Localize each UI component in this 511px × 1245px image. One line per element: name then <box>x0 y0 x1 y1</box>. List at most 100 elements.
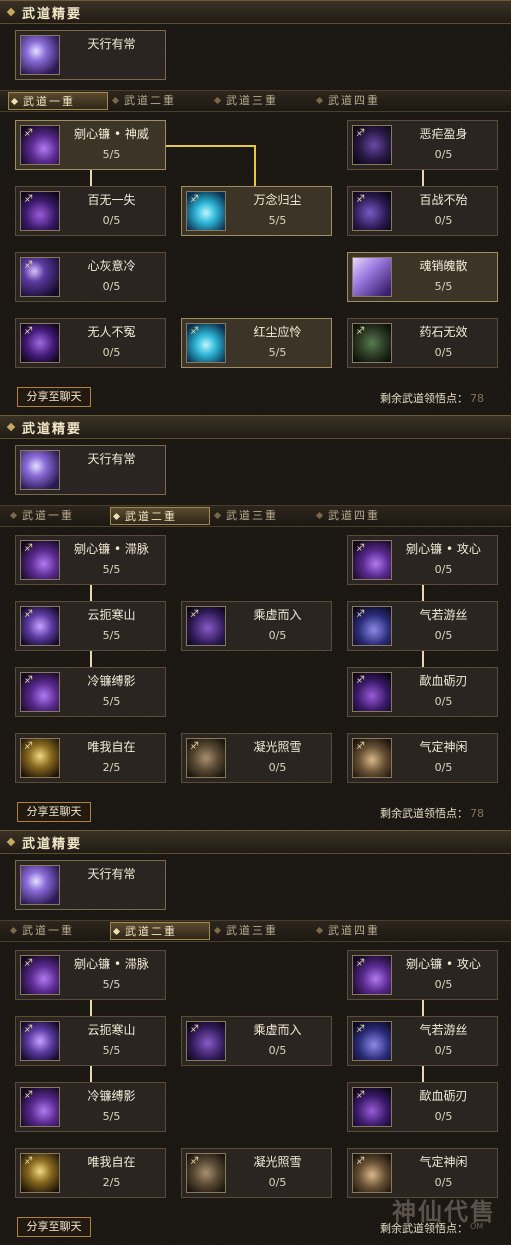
connector-line <box>422 585 424 601</box>
green-shade-icon: ♐ <box>352 323 392 363</box>
skill-level: 0/5 <box>102 214 121 227</box>
skill-card[interactable]: ♐ 恶疟盈身 0/5 <box>347 120 498 170</box>
tab-tier-4[interactable]: 武道四重 <box>314 92 414 110</box>
skill-card[interactable]: ♐ 凝光照雪 0/5 <box>181 733 332 783</box>
connector-line <box>422 170 424 186</box>
tab-label: 武道四重 <box>328 94 380 107</box>
skill-card[interactable]: ♐ 气若游丝 0/5 <box>347 601 498 651</box>
purple-scythe-icon: ♐ <box>20 1087 60 1127</box>
skill-card[interactable]: ♐ 乘虚而入 0/5 <box>181 601 332 651</box>
skill-card[interactable]: ♐ 万念归尘 5/5 <box>181 186 332 236</box>
share-to-chat-button[interactable]: 分享至聊天 <box>17 1217 91 1237</box>
tab-tier-4[interactable]: 武道四重 <box>314 922 414 940</box>
skill-card[interactable]: ♐ 云扼寒山 5/5 <box>15 1016 166 1066</box>
rune-glyph-icon: ♐ <box>190 194 199 205</box>
skill-card[interactable]: ♐ 药石无效 0/5 <box>347 318 498 368</box>
skill-card[interactable]: ♐ 气定神闲 0/5 <box>347 1148 498 1198</box>
skill-level: 5/5 <box>102 629 121 642</box>
purple-scythe-icon: ♐ <box>20 125 60 165</box>
tab-label: 武道三重 <box>226 924 278 937</box>
skill-level: 0/5 <box>434 1176 453 1189</box>
rune-glyph-icon: ♐ <box>24 260 33 271</box>
share-to-chat-button[interactable]: 分享至聊天 <box>17 802 91 822</box>
skill-card[interactable]: ♐ 心灰意冷 0/5 <box>15 252 166 302</box>
remaining-label: 剩余武道领悟点： <box>380 392 468 405</box>
purple-shadow-icon: ♐ <box>186 1021 226 1061</box>
skill-card[interactable]: 魂销魄散 5/5 <box>347 252 498 302</box>
essence-card[interactable]: 天行有常 <box>15 445 166 495</box>
tab-tier-2[interactable]: 武道二重 <box>110 922 210 940</box>
connector-line <box>422 1000 424 1016</box>
skill-card[interactable]: ♐ 剜心镰 • 滞脉 5/5 <box>15 950 166 1000</box>
tab-diamond-icon <box>213 511 222 520</box>
watermark-sub: OM <box>470 1222 484 1231</box>
skill-card[interactable]: ♐ 乘虚而入 0/5 <box>181 1016 332 1066</box>
skill-level: 0/5 <box>434 761 453 774</box>
tab-tier-2[interactable]: 武道二重 <box>110 507 210 525</box>
skill-card[interactable]: ♐ 无人不冤 0/5 <box>15 318 166 368</box>
rune-glyph-icon: ♐ <box>356 194 365 205</box>
skill-card[interactable]: ♐ 剜心镰 • 攻心 0/5 <box>347 950 498 1000</box>
tab-label: 武道一重 <box>23 95 75 108</box>
tier-tabs: 武道一重 武道二重 武道三重 武道四重 <box>0 920 511 942</box>
skill-card[interactable]: ♐ 冷镰缚影 5/5 <box>15 667 166 717</box>
tab-tier-1[interactable]: 武道一重 <box>8 507 108 525</box>
skill-level: 0/5 <box>434 214 453 227</box>
tab-tier-1[interactable]: 武道一重 <box>8 92 108 110</box>
rune-glyph-icon: ♐ <box>24 1024 33 1035</box>
tab-diamond-icon <box>315 511 324 520</box>
skill-name: 凝光照雪 <box>253 1155 302 1169</box>
skill-card[interactable]: ♐ 红尘应怜 5/5 <box>181 318 332 368</box>
skill-card[interactable]: ♐ 百无一失 0/5 <box>15 186 166 236</box>
rune-glyph-icon: ♐ <box>356 609 365 620</box>
share-to-chat-button[interactable]: 分享至聊天 <box>17 387 91 407</box>
tab-label: 武道二重 <box>125 510 177 523</box>
skill-card[interactable]: ♐ 唯我自在 2/5 <box>15 1148 166 1198</box>
tab-label: 武道三重 <box>226 94 278 107</box>
essence-card[interactable]: 天行有常 <box>15 860 166 910</box>
remaining-value: 78 <box>470 807 484 820</box>
skill-level: 0/5 <box>434 695 453 708</box>
skill-card[interactable]: ♐ 冷镰缚影 5/5 <box>15 1082 166 1132</box>
skill-level: 2/5 <box>102 1176 121 1189</box>
skill-level: 2/5 <box>102 761 121 774</box>
tab-diamond-icon <box>315 926 324 935</box>
rune-glyph-icon: ♐ <box>24 128 33 139</box>
skill-card[interactable]: ♐ 剜心镰 • 攻心 0/5 <box>347 535 498 585</box>
tab-diamond-icon <box>9 926 18 935</box>
skill-name: 冷镰缚影 <box>87 1089 136 1103</box>
skill-card[interactable]: ♐ 百战不殆 0/5 <box>347 186 498 236</box>
tab-tier-2[interactable]: 武道二重 <box>110 92 210 110</box>
rune-glyph-icon: ♐ <box>356 1024 365 1035</box>
skill-card[interactable]: ♐ 歃血砺刃 0/5 <box>347 1082 498 1132</box>
skill-level: 0/5 <box>102 280 121 293</box>
connector-line <box>90 651 92 667</box>
essence-card[interactable]: 天行有常 <box>15 30 166 80</box>
tab-tier-3[interactable]: 武道三重 <box>212 922 312 940</box>
skill-card[interactable]: ♐ 气若游丝 0/5 <box>347 1016 498 1066</box>
section-title: 武道精要 <box>22 837 83 852</box>
skill-card[interactable]: ♐ 剜心镰 • 神威 5/5 <box>15 120 166 170</box>
brown-scroll-icon: ♐ <box>186 738 226 778</box>
remaining-points: 剩余武道领悟点： 78 <box>380 805 484 821</box>
rune-glyph-icon: ♐ <box>24 543 33 554</box>
rune-glyph-icon: ♐ <box>24 675 33 686</box>
tab-tier-3[interactable]: 武道三重 <box>212 507 312 525</box>
remaining-value: 78 <box>470 392 484 405</box>
rune-glyph-icon: ♐ <box>24 609 33 620</box>
skill-card[interactable]: ♐ 剜心镰 • 滞脉 5/5 <box>15 535 166 585</box>
skill-name: 云扼寒山 <box>87 1023 136 1037</box>
skill-name: 冷镰缚影 <box>87 674 136 688</box>
skill-card[interactable]: ♐ 凝光照雪 0/5 <box>181 1148 332 1198</box>
tab-tier-1[interactable]: 武道一重 <box>8 922 108 940</box>
tab-diamond-icon <box>112 512 121 521</box>
skill-card[interactable]: ♐ 歃血砺刃 0/5 <box>347 667 498 717</box>
connector-line <box>90 585 92 601</box>
tab-tier-3[interactable]: 武道三重 <box>212 92 312 110</box>
skill-card[interactable]: ♐ 气定神闲 0/5 <box>347 733 498 783</box>
skill-name: 唯我自在 <box>87 1155 136 1169</box>
skill-card[interactable]: ♐ 云扼寒山 5/5 <box>15 601 166 651</box>
tab-tier-4[interactable]: 武道四重 <box>314 507 414 525</box>
skill-card[interactable]: ♐ 唯我自在 2/5 <box>15 733 166 783</box>
rune-glyph-icon: ♐ <box>190 1156 199 1167</box>
